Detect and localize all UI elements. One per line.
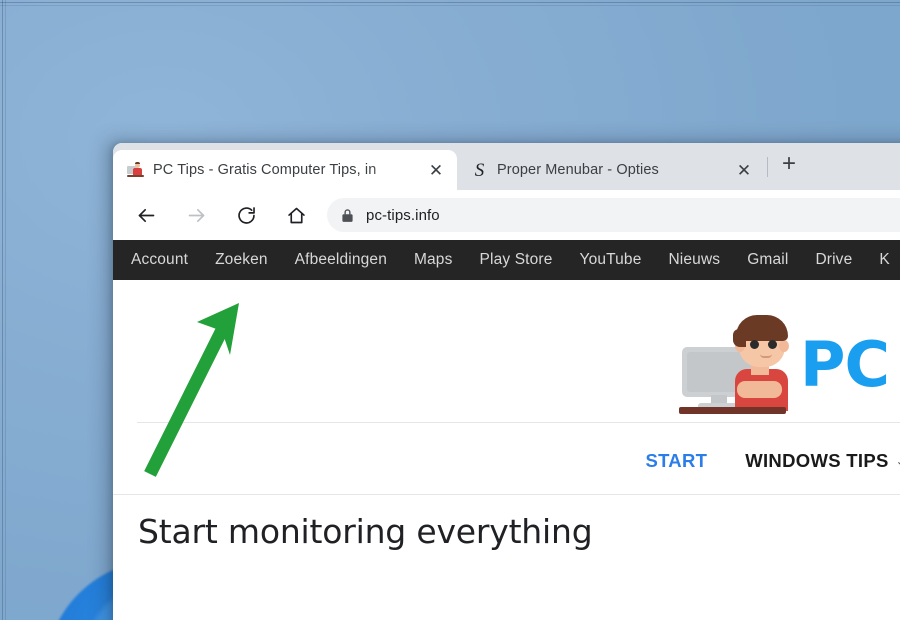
url-text: pc-tips.info: [366, 206, 440, 224]
page-content: PC T START WINDOWS TIPS ⌄ MAC Start moni…: [113, 280, 900, 620]
header-divider: [137, 422, 900, 423]
menubar-item-zoeken[interactable]: Zoeken: [215, 251, 268, 269]
site-dark-menubar: Account Zoeken Afbeeldingen Maps Play St…: [113, 240, 900, 280]
sitenav-item-windows-tips[interactable]: WINDOWS TIPS ⌄: [745, 450, 900, 472]
wallpaper-edge-line-left-2: [5, 0, 6, 620]
navigation-divider: [113, 494, 900, 495]
close-icon[interactable]: ✕: [425, 159, 447, 181]
lock-icon: [341, 208, 354, 223]
article-heading: Start monitoring everything: [138, 512, 593, 551]
site-logo-text: PC T: [800, 327, 900, 401]
browser-toolbar: pc-tips.info: [113, 190, 900, 240]
menubar-item-drive[interactable]: Drive: [815, 251, 852, 269]
wallpaper-edge-line-top: [0, 2, 900, 3]
reload-icon[interactable]: [227, 196, 265, 234]
tab-separator: [767, 156, 768, 177]
menubar-item-nieuws[interactable]: Nieuws: [668, 251, 720, 269]
menubar-item-kalender[interactable]: K: [879, 251, 890, 269]
wallpaper-edge-line-top-2: [0, 5, 900, 6]
tab-title: PC Tips - Gratis Computer Tips, in: [153, 162, 377, 178]
browser-window: PC Tips - Gratis Computer Tips, in ✕ S P…: [113, 143, 900, 620]
tab-title: Proper Menubar - Opties: [497, 162, 659, 178]
forward-arrow-icon: [177, 196, 215, 234]
home-icon[interactable]: [277, 196, 315, 234]
person-at-computer-illustration: [665, 307, 790, 422]
tab-strip: PC Tips - Gratis Computer Tips, in ✕ S P…: [113, 143, 900, 190]
sitenav-label: WINDOWS TIPS: [745, 450, 889, 471]
sitenav-label: START: [645, 450, 708, 471]
sitenav-item-start[interactable]: START: [645, 450, 707, 472]
address-bar[interactable]: pc-tips.info: [327, 198, 900, 232]
chevron-down-icon: ⌄: [896, 454, 900, 468]
menubar-item-gmail[interactable]: Gmail: [747, 251, 788, 269]
back-arrow-icon[interactable]: [127, 196, 165, 234]
close-icon[interactable]: ✕: [733, 159, 755, 181]
menubar-item-maps[interactable]: Maps: [414, 251, 453, 269]
browser-tab-active[interactable]: PC Tips - Gratis Computer Tips, in ✕: [113, 150, 457, 190]
browser-tab-inactive[interactable]: S Proper Menubar - Opties ✕: [457, 150, 765, 190]
menubar-item-afbeeldingen[interactable]: Afbeeldingen: [295, 251, 387, 269]
menubar-item-youtube[interactable]: YouTube: [580, 251, 642, 269]
site-logo[interactable]: PC T: [665, 307, 900, 422]
pc-tips-favicon: [127, 161, 144, 179]
site-navigation: START WINDOWS TIPS ⌄ MAC: [113, 432, 900, 490]
wallpaper-edge-line-left: [2, 0, 3, 620]
letter-s-favicon: S: [474, 159, 485, 181]
new-tab-button[interactable]: +: [774, 149, 804, 179]
menubar-item-account[interactable]: Account: [131, 251, 188, 269]
menubar-item-play-store[interactable]: Play Store: [479, 251, 552, 269]
